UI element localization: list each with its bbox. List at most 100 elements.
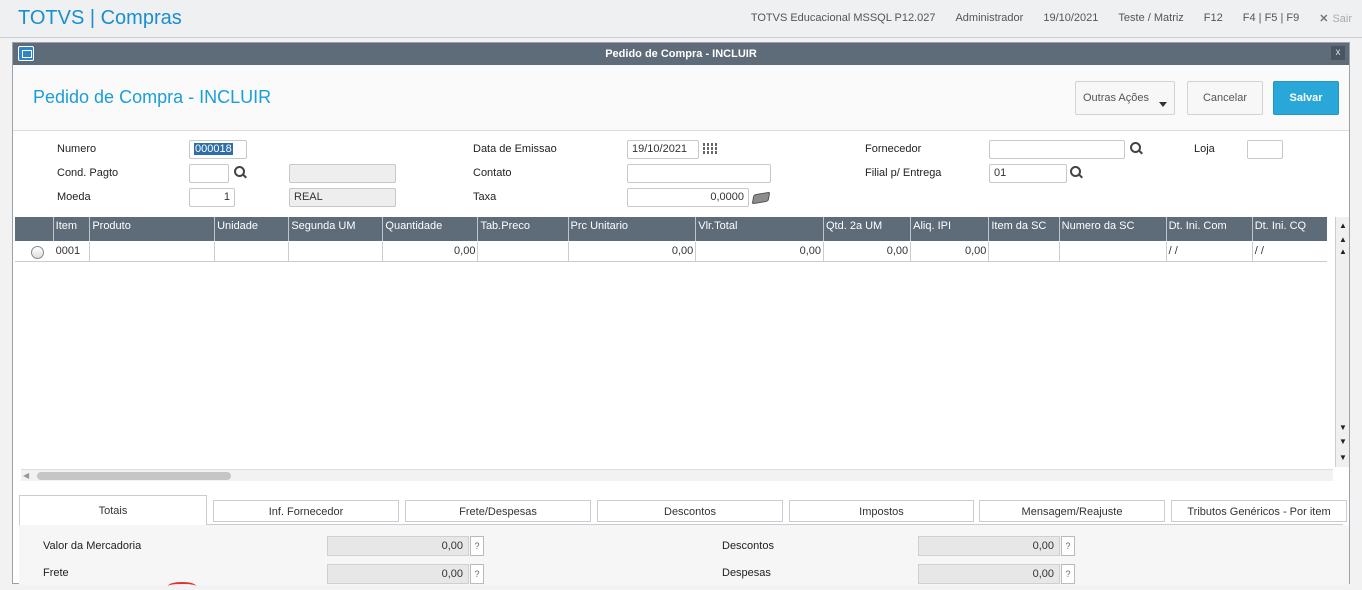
contato-label: Contato (473, 167, 512, 179)
tab-tributos-genericos[interactable]: Tributos Genéricos - Por item (1171, 500, 1347, 522)
app-title: TOTVS | Compras (18, 7, 182, 29)
scroll-left-icon[interactable]: ◀ (23, 471, 29, 480)
page-title: Pedido de Compra - INCLUIR (33, 87, 272, 107)
loja-label: Loja (1194, 143, 1215, 155)
contato-field[interactable] (627, 164, 771, 183)
tab-descontos[interactable]: Descontos (597, 500, 783, 522)
search-icon[interactable] (233, 166, 247, 180)
grid-cell[interactable]: 0,00 (383, 242, 479, 262)
moeda-field[interactable]: 1 (189, 188, 235, 207)
column-header[interactable]: Segunda UM (289, 217, 384, 241)
help-icon[interactable]: ? (1061, 536, 1075, 556)
grid-cell[interactable]: 0,00 (569, 242, 697, 262)
column-header[interactable]: Tab.Preco (478, 217, 569, 241)
window-close-button[interactable]: x (1331, 46, 1345, 60)
grid-cell[interactable] (989, 242, 1060, 262)
column-header[interactable]: Item da SC (989, 217, 1060, 241)
grid-cell[interactable] (215, 242, 290, 262)
column-header[interactable]: Produto (90, 217, 216, 241)
help-icon[interactable]: ? (470, 564, 484, 584)
fkeys-shortcut[interactable]: F4 | F5 | F9 (1233, 12, 1309, 25)
column-header[interactable]: Item (54, 217, 91, 241)
scroll-bottom-icon[interactable]: ▼ (1338, 453, 1348, 463)
tab-totais[interactable]: Totais (19, 495, 207, 525)
items-grid[interactable]: Item Produto Unidade Segunda UM Quantida… (15, 217, 1327, 467)
grid-cell[interactable]: 0001 (54, 242, 91, 262)
valor-mercadoria-label: Valor da Mercadoria (43, 540, 142, 552)
tab-mensagem-reajuste[interactable]: Mensagem/Reajuste (979, 500, 1165, 522)
scroll-top-icon[interactable]: ▲ (1338, 221, 1348, 231)
filial-entrega-field[interactable]: 01 (989, 164, 1067, 183)
purchase-order-window: Pedido de Compra - INCLUIR x Pedido de C… (12, 42, 1350, 585)
cond-pagto-desc-field (289, 164, 396, 183)
taxa-field[interactable]: 0,0000 (627, 188, 749, 207)
grid-cell[interactable] (289, 242, 384, 262)
column-header[interactable]: Dt. Ini. CQ (1253, 217, 1327, 241)
data-emissao-field[interactable]: 19/10/2021 (627, 140, 699, 159)
grid-cell[interactable]: / / (1253, 242, 1327, 262)
data-emissao-label: Data de Emissao (473, 143, 557, 155)
valor-mercadoria-field: 0,00 (327, 536, 469, 556)
column-header[interactable]: Vlr.Total (696, 217, 824, 241)
grid-cell[interactable]: / / (1167, 242, 1253, 262)
moeda-desc-field: REAL (289, 188, 396, 207)
calendar-icon[interactable] (703, 143, 717, 155)
column-header[interactable]: Aliq. IPI (911, 217, 990, 241)
cond-pagto-label: Cond. Pagto (57, 167, 119, 179)
app-topbar: TOTVS | Compras TOTVS Educacional MSSQL … (0, 0, 1362, 38)
tab-impostos[interactable]: Impostos (789, 500, 974, 522)
cursor-highlight (168, 582, 196, 590)
loja-field[interactable] (1247, 140, 1283, 159)
exit-button[interactable]: ✕ Sair (1309, 12, 1362, 25)
tab-inf-fornecedor[interactable]: Inf. Fornecedor (213, 500, 399, 522)
tab-frete-despesas[interactable]: Frete/Despesas (405, 500, 591, 522)
search-icon[interactable] (1129, 142, 1143, 156)
date-label[interactable]: 19/10/2021 (1033, 12, 1108, 25)
help-icon[interactable]: ? (470, 536, 484, 556)
column-header[interactable]: Dt. Ini. Com (1167, 217, 1253, 241)
f12-shortcut[interactable]: F12 (1194, 12, 1233, 25)
column-header[interactable]: Quantidade (383, 217, 479, 241)
scrollbar-thumb[interactable] (37, 472, 231, 480)
scroll-up-icon[interactable]: ▲ (1338, 235, 1348, 245)
help-icon[interactable]: ? (1061, 564, 1075, 584)
window-title: Pedido de Compra - INCLUIR (605, 48, 757, 60)
cond-pagto-field[interactable] (189, 164, 229, 183)
scroll-page-down-icon[interactable]: ▼ (1338, 423, 1348, 433)
branch-label[interactable]: Teste / Matriz (1108, 12, 1193, 25)
other-actions-button[interactable]: Outras Ações (1075, 81, 1175, 115)
moeda-label: Moeda (57, 191, 91, 203)
chevron-down-icon (1159, 102, 1168, 107)
column-header[interactable]: Numero da SC (1060, 217, 1167, 241)
column-header[interactable]: Prc Unitario (569, 217, 697, 241)
scroll-down-icon[interactable]: ▼ (1338, 437, 1348, 447)
grid-cell[interactable]: 0,00 (824, 242, 912, 262)
environment-label: TOTVS Educacional MSSQL P12.027 (750, 12, 936, 24)
close-icon: ✕ (1319, 13, 1329, 25)
other-actions-label: Outras Ações (1082, 92, 1150, 104)
grid-horizontal-scrollbar[interactable]: ◀ (21, 469, 1333, 481)
grid-cell[interactable] (478, 242, 569, 262)
save-button[interactable]: Salvar (1273, 81, 1339, 115)
search-icon[interactable] (1069, 166, 1083, 180)
numero-value: 000018 (194, 143, 233, 155)
scroll-page-up-icon[interactable]: ▲ (1338, 247, 1348, 257)
grid-cell[interactable]: 0,00 (696, 242, 824, 262)
window-titlebar: Pedido de Compra - INCLUIR x (13, 43, 1349, 65)
descontos-label: Descontos (722, 540, 774, 552)
row-select-radio[interactable] (31, 246, 44, 259)
column-header[interactable]: Qtd. 2a UM (824, 217, 912, 241)
cancel-button[interactable]: Cancelar (1187, 81, 1263, 115)
table-row[interactable]: 0001 0,00 0,00 0,00 0,00 0,00 / / / / (15, 242, 1327, 262)
money-icon[interactable] (751, 191, 771, 205)
fornecedor-field[interactable] (989, 140, 1125, 159)
user-label[interactable]: Administrador (945, 12, 1033, 25)
grid-cell[interactable]: 0,00 (911, 242, 990, 262)
grid-cell[interactable] (1060, 242, 1167, 262)
grid-vertical-scrollbar[interactable]: ▲ ▲ ▲ ▼ ▼ ▼ (1335, 217, 1349, 467)
grid-cell[interactable] (90, 242, 216, 262)
folder-tabs: Totais Inf. Fornecedor Frete/Despesas De… (19, 495, 1349, 525)
despesas-label: Despesas (722, 567, 771, 579)
numero-field[interactable]: 000018 (189, 140, 247, 159)
column-header[interactable]: Unidade (215, 217, 290, 241)
